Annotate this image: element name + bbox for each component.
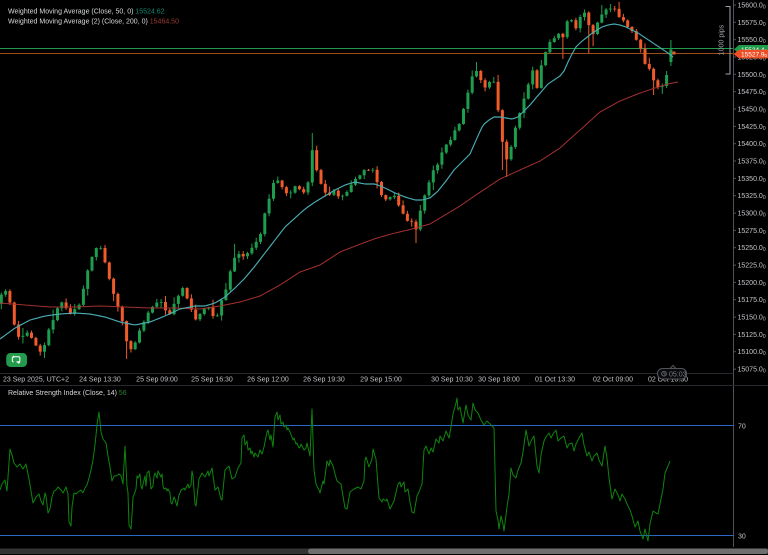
svg-text:15075.00: 15075.00 xyxy=(738,367,766,375)
svg-text:15400.00: 15400.00 xyxy=(738,141,766,149)
svg-text:15500.00: 15500.00 xyxy=(738,72,766,80)
svg-text:15175.00: 15175.00 xyxy=(738,297,766,305)
svg-text:24 Sep 13:30: 24 Sep 13:30 xyxy=(79,377,121,384)
svg-text:26 Sep 12:00: 26 Sep 12:00 xyxy=(247,377,289,384)
svg-text:15550.00: 15550.00 xyxy=(738,37,766,45)
svg-text:30: 30 xyxy=(738,534,746,541)
svg-text:25 Sep 09:00: 25 Sep 09:00 xyxy=(136,377,178,384)
svg-text:Relative Strength Index (Close: Relative Strength Index (Close, 14) 56 xyxy=(8,390,127,397)
svg-text:15600.00: 15600.00 xyxy=(738,3,766,11)
svg-text:02 Oct 09:00: 02 Oct 09:00 xyxy=(593,377,633,384)
svg-text:15325.00: 15325.00 xyxy=(738,193,766,201)
svg-text:26 Sep 19:30: 26 Sep 19:30 xyxy=(303,377,345,384)
svg-text:01 Oct 13:30: 01 Oct 13:30 xyxy=(535,377,575,384)
svg-text:Weighted Moving Average (2) (C: Weighted Moving Average (2) (Close, 200,… xyxy=(8,19,179,26)
svg-text:15350.00: 15350.00 xyxy=(738,176,766,184)
svg-text:15200.00: 15200.00 xyxy=(738,280,766,288)
svg-text:15225.00: 15225.00 xyxy=(738,263,766,271)
svg-text:70: 70 xyxy=(738,424,746,431)
svg-text:15150.00: 15150.00 xyxy=(738,315,766,323)
svg-text:15425.00: 15425.00 xyxy=(738,124,766,132)
svg-text:15527.90: 15527.90 xyxy=(741,52,768,59)
svg-text:15300.00: 15300.00 xyxy=(738,211,766,219)
svg-text:15275.00: 15275.00 xyxy=(738,228,766,236)
svg-text:15475.00: 15475.00 xyxy=(738,89,766,97)
svg-text:15250.00: 15250.00 xyxy=(738,245,766,253)
svg-text:30 Sep 18:00: 30 Sep 18:00 xyxy=(478,377,520,384)
svg-text:15575.00: 15575.00 xyxy=(738,20,766,28)
svg-text:05:03: 05:03 xyxy=(669,371,687,378)
svg-text:25 Sep 16:30: 25 Sep 16:30 xyxy=(191,377,233,384)
svg-text:15450.00: 15450.00 xyxy=(738,107,766,115)
svg-text:30 Sep 10:30: 30 Sep 10:30 xyxy=(431,377,473,384)
svg-text:15125.00: 15125.00 xyxy=(738,332,766,340)
svg-text:15375.00: 15375.00 xyxy=(738,159,766,167)
svg-text:23 Sep 2025, UTC+2: 23 Sep 2025, UTC+2 xyxy=(3,377,69,384)
svg-text:29 Sep 15:00: 29 Sep 15:00 xyxy=(360,377,402,384)
svg-text:Weighted Moving Average (Close: Weighted Moving Average (Close, 50, 0) 1… xyxy=(8,9,165,16)
svg-text:1000 pips: 1000 pips xyxy=(719,24,726,55)
svg-text:15100.00: 15100.00 xyxy=(738,349,766,357)
